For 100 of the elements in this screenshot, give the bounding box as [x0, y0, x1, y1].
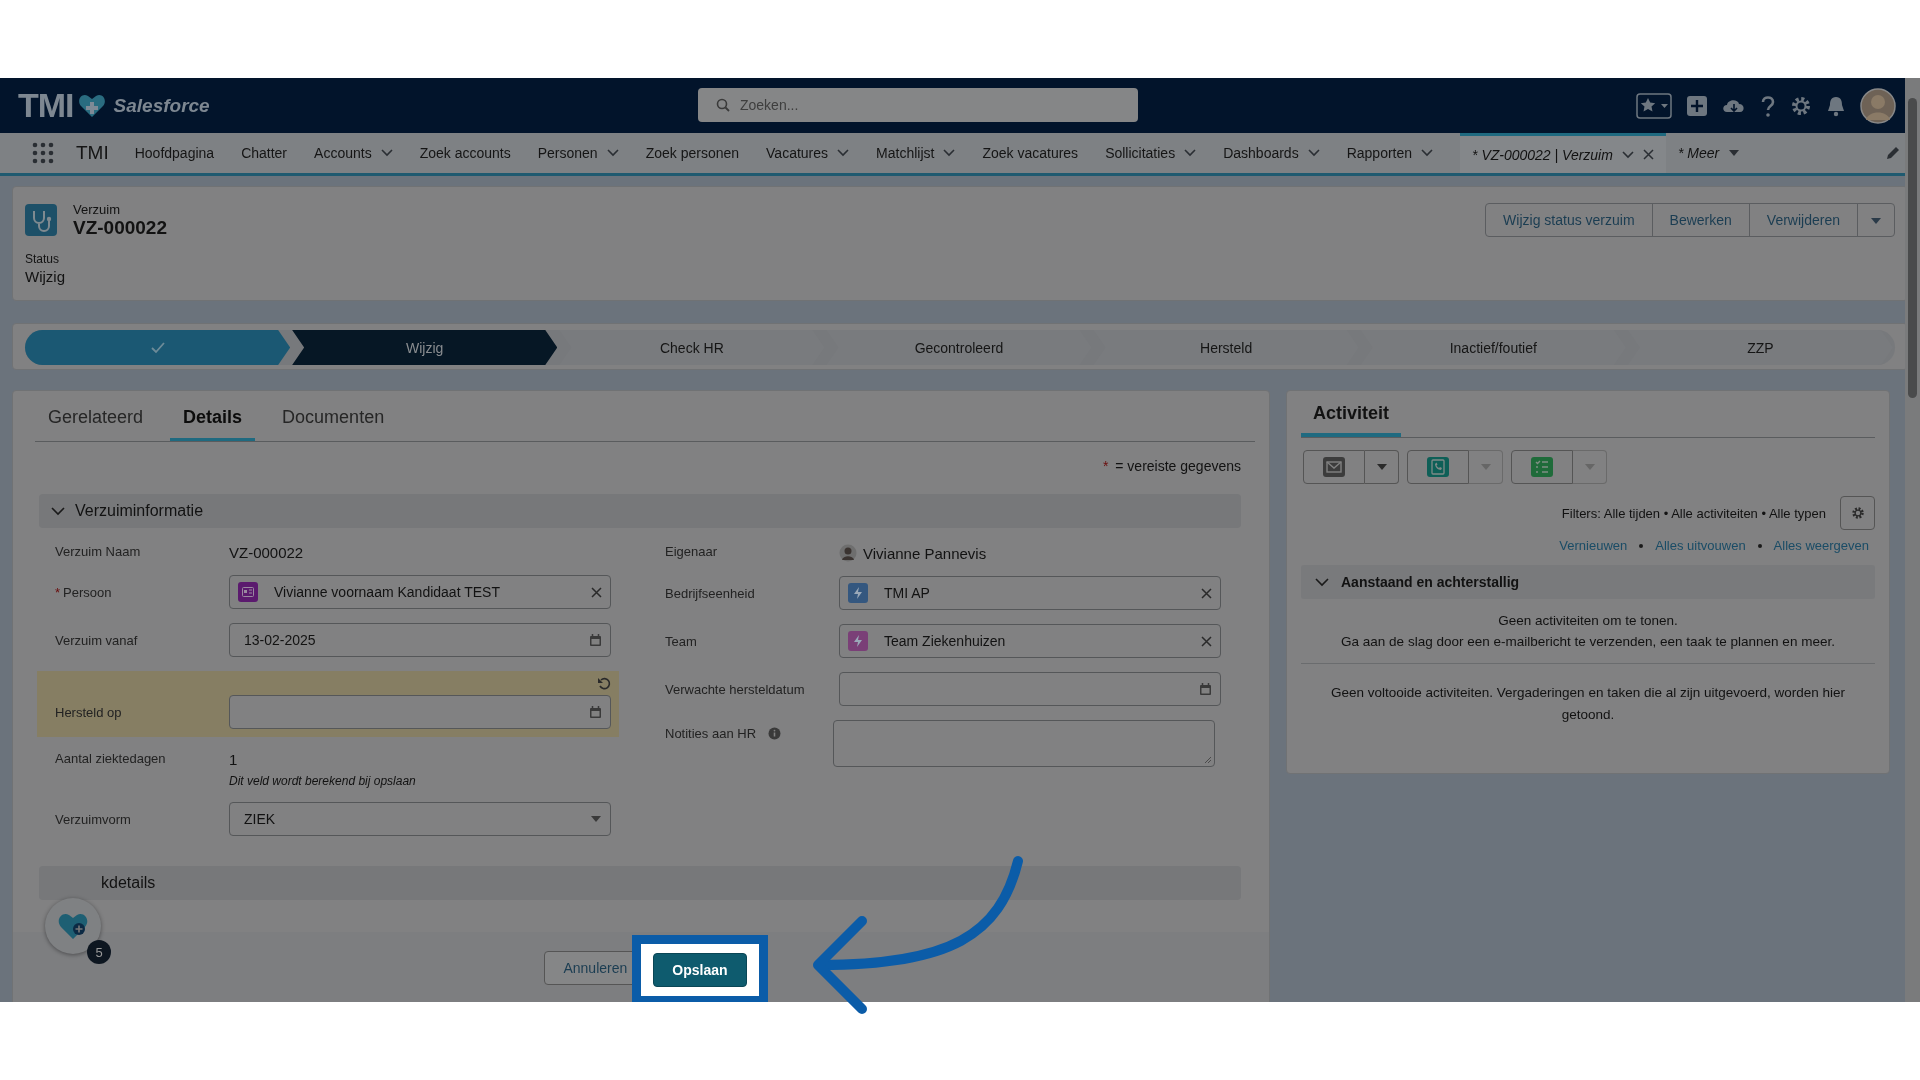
- search-field[interactable]: Zoeken...: [698, 88, 1138, 122]
- nav-item[interactable]: Vacatures: [766, 145, 829, 161]
- tab[interactable]: Activiteit: [1301, 403, 1402, 437]
- scrollbar[interactable]: [1905, 78, 1920, 1002]
- logo-text: TMI: [18, 86, 74, 125]
- lookup-field[interactable]: TMI AP: [839, 576, 1221, 610]
- chevron-down-icon[interactable]: [1184, 149, 1197, 157]
- app-launcher-icon[interactable]: [32, 142, 54, 164]
- owner-link[interactable]: Vivianne Pannevis: [863, 544, 987, 562]
- avatar[interactable]: [1860, 87, 1896, 124]
- check-icon: [150, 341, 165, 354]
- card-glyph-icon: [242, 587, 254, 597]
- field-label: Notities aan HR: [664, 725, 757, 741]
- log-call-button[interactable]: [1407, 450, 1469, 484]
- caret-down-icon: [1479, 463, 1492, 471]
- settings-icon: [1850, 506, 1865, 520]
- checklist-icon: [1531, 457, 1553, 477]
- nav-item[interactable]: Zoek personen: [645, 145, 740, 161]
- caret-down-icon: [1870, 217, 1882, 225]
- settings-button[interactable]: [1840, 496, 1875, 530]
- help-icon[interactable]: [1760, 94, 1776, 117]
- date-field[interactable]: [229, 695, 611, 729]
- separator-dot-icon: [1639, 543, 1644, 548]
- nav-item[interactable]: Zoek vacatures: [982, 145, 1079, 161]
- group-header[interactable]: Aanstaand en achterstallig: [1301, 565, 1875, 599]
- save-button[interactable]: Opslaan: [653, 953, 747, 987]
- object-label: Verzuim: [73, 201, 121, 217]
- more-actions-button[interactable]: [1857, 203, 1895, 237]
- settings-icon[interactable]: [1790, 94, 1812, 117]
- close-icon[interactable]: [1642, 149, 1654, 160]
- lookup-field[interactable]: Vivianne voornaam Kandidaat TEST: [229, 575, 611, 609]
- nav-item[interactable]: Accounts: [314, 145, 372, 161]
- chevron-down-icon: [1315, 577, 1329, 587]
- clear-icon[interactable]: [591, 586, 602, 598]
- field-label: Verzuimvorm: [54, 811, 132, 827]
- nav-item[interactable]: Matchlijst: [876, 145, 935, 161]
- nav-item[interactable]: Chatter: [241, 145, 288, 161]
- field-label: Bedrijfseenheid: [664, 585, 756, 601]
- nav-item[interactable]: Sollicitaties: [1105, 145, 1176, 161]
- action-button[interactable]: Verwijderen: [1748, 203, 1858, 237]
- status-value: Wijzig: [25, 268, 66, 285]
- action-button[interactable]: Bewerken: [1651, 203, 1750, 237]
- record-title: VZ-000022: [73, 216, 167, 239]
- date-field[interactable]: 13-02-2025: [229, 623, 611, 657]
- envelope-icon: [1323, 457, 1345, 477]
- favorites-icon[interactable]: [1636, 92, 1672, 119]
- tab[interactable]: Details: [170, 407, 256, 441]
- caret-down-icon: [1583, 463, 1596, 471]
- nav-item[interactable]: Hoofdpagina: [134, 145, 215, 161]
- new-task-button[interactable]: [1511, 450, 1573, 484]
- separator-dot-icon: [1757, 543, 1762, 548]
- chevron-down-icon[interactable]: [837, 149, 850, 157]
- search-icon: [716, 98, 730, 112]
- pencil-icon[interactable]: [1886, 146, 1900, 160]
- link[interactable]: Vernieuwen: [1559, 538, 1628, 553]
- resize-grip-icon[interactable]: [1204, 756, 1213, 764]
- nav-item[interactable]: Rapporten: [1346, 145, 1413, 161]
- stethoscope-icon: [25, 204, 57, 236]
- tab[interactable]: Documenten: [269, 407, 398, 441]
- text-area[interactable]: [833, 720, 1216, 767]
- caret-down-icon[interactable]: [1621, 150, 1634, 159]
- info-icon[interactable]: [768, 727, 782, 740]
- chevron-down-icon[interactable]: [606, 149, 619, 157]
- tab[interactable]: Gerelateerd: [35, 407, 157, 441]
- undo-icon[interactable]: [597, 677, 611, 691]
- field-label: Verwachte hersteldatum: [664, 681, 806, 697]
- workspace-tab[interactable]: * Meer: [1665, 133, 1753, 173]
- chevron-down-icon[interactable]: [943, 149, 956, 157]
- field-label: Verzuim vanaf: [54, 632, 139, 648]
- date-field[interactable]: [839, 672, 1221, 706]
- caret-down-icon[interactable]: [1728, 149, 1741, 157]
- calendar-icon[interactable]: [589, 633, 602, 647]
- chevron-down-icon[interactable]: [1307, 149, 1320, 157]
- path-step[interactable]: Wijzig: [292, 330, 558, 365]
- workspace-tab[interactable]: * VZ-000022 | Verzuim: [1460, 133, 1666, 173]
- clear-icon[interactable]: [1201, 587, 1212, 599]
- dropdown-button[interactable]: [1365, 450, 1399, 484]
- nav-item[interactable]: Personen: [537, 145, 598, 161]
- field-label: Hersteld op: [54, 704, 123, 720]
- email-button[interactable]: [1303, 450, 1365, 484]
- calendar-icon[interactable]: [1199, 682, 1212, 696]
- section-header[interactable]: Verzuiminformatie: [39, 494, 1241, 528]
- chevron-down-icon[interactable]: [1421, 149, 1434, 157]
- nav-item[interactable]: Zoek accounts: [419, 145, 511, 161]
- field-label: Team: [664, 633, 698, 649]
- link[interactable]: Alles weergeven: [1773, 538, 1869, 553]
- add-icon[interactable]: [1686, 94, 1708, 117]
- action-button[interactable]: Wijzig status verzuim: [1485, 203, 1653, 237]
- chevron-down-icon[interactable]: [380, 149, 393, 157]
- calendar-icon[interactable]: [589, 705, 602, 719]
- section-header[interactable]: kdetails: [39, 866, 1241, 900]
- clear-icon[interactable]: [1201, 635, 1212, 647]
- lookup-field[interactable]: Team Ziekenhuizen: [839, 624, 1221, 658]
- link[interactable]: Alles uitvouwen: [1655, 538, 1746, 553]
- heart-plus-icon: [57, 912, 89, 940]
- required-legend: * = vereiste gegevens: [1102, 458, 1241, 482]
- caret-down-icon: [590, 815, 602, 823]
- picklist-field[interactable]: ZIEK: [229, 802, 611, 836]
- notifications-icon[interactable]: [1826, 94, 1846, 117]
- nav-item[interactable]: Dashboards: [1223, 145, 1299, 161]
